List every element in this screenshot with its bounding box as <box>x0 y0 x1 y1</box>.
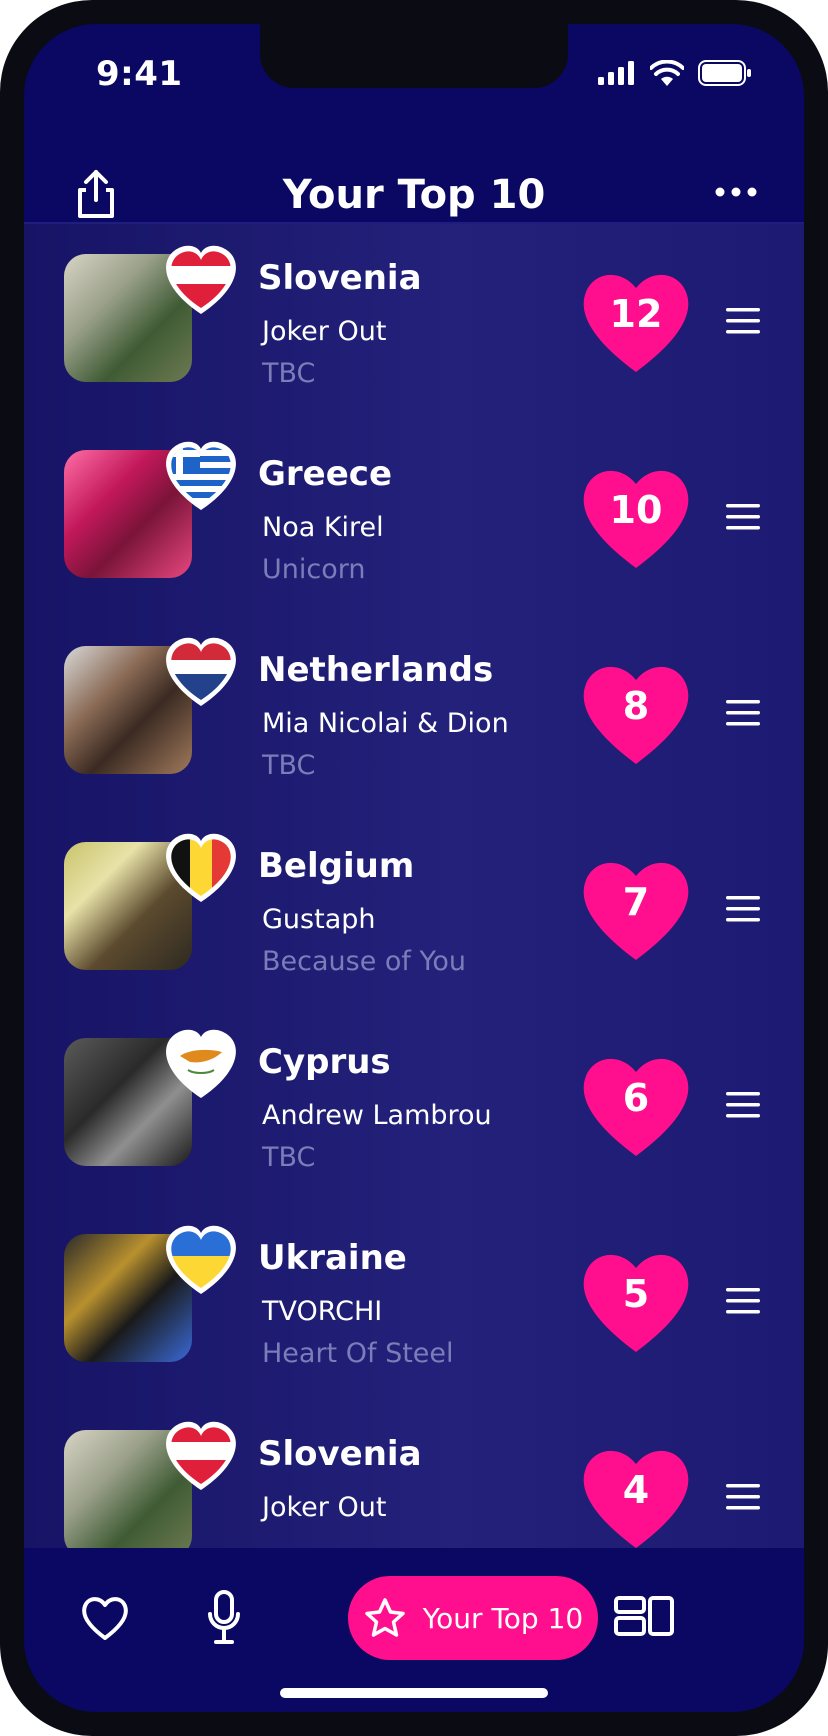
song-title: Heart Of Steel <box>262 1338 454 1369</box>
flag-heart-icon <box>166 441 236 510</box>
points-value: 12 <box>609 292 663 336</box>
country-name: Slovenia <box>258 258 422 298</box>
points-value: 7 <box>622 880 650 924</box>
battery-icon <box>698 60 751 86</box>
tab-your-top-10[interactable]: Your Top 10 <box>348 1576 598 1660</box>
artist-name: Joker Out <box>262 316 387 347</box>
country-name: Belgium <box>258 846 415 886</box>
points-badge: 5 <box>576 1242 696 1358</box>
artist-name: Gustaph <box>262 904 376 935</box>
points-badge: 8 <box>576 654 696 770</box>
list-item[interactable]: Ukraine TVORCHI Heart Of Steel 5 <box>24 1204 804 1401</box>
drag-handle-icon[interactable] <box>726 700 760 726</box>
song-title: TBC <box>262 750 316 781</box>
drag-handle-icon[interactable] <box>726 308 760 334</box>
artist-name: Noa Kirel <box>262 512 384 543</box>
points-badge: 7 <box>576 850 696 966</box>
drag-handle-icon[interactable] <box>726 1288 760 1314</box>
flag-heart-icon <box>166 1029 236 1098</box>
grid-icon[interactable] <box>614 1596 676 1636</box>
list-item[interactable]: Cyprus Andrew Lambrou TBC 6 <box>24 1008 804 1205</box>
drag-handle-icon[interactable] <box>726 504 760 530</box>
cellular-signal-icon <box>598 61 634 85</box>
drag-handle-icon[interactable] <box>726 1092 760 1118</box>
wifi-icon <box>650 60 684 86</box>
heart-icon[interactable] <box>80 1594 130 1642</box>
list-item[interactable]: Slovenia Joker Out 4 <box>24 1400 804 1548</box>
app-screen: 9:41 Your Top 10 Slovenia Joker Out TBC … <box>24 24 804 1712</box>
star-icon <box>365 1598 405 1637</box>
points-badge: 6 <box>576 1046 696 1162</box>
list-item[interactable]: Slovenia Joker Out TBC 12 <box>24 224 804 421</box>
points-badge: 10 <box>576 458 696 574</box>
status-time: 9:41 <box>96 54 183 94</box>
flag-heart-icon <box>166 1421 236 1490</box>
flag-heart-icon <box>166 1225 236 1294</box>
status-icons <box>598 58 752 88</box>
song-title: Because of You <box>262 946 467 977</box>
artist-name: Mia Nicolai & Dion <box>262 708 509 739</box>
points-badge: 12 <box>576 262 696 378</box>
home-indicator <box>280 1688 548 1698</box>
flag-heart-icon <box>166 245 236 314</box>
more-dots-icon <box>715 187 757 197</box>
country-name: Ukraine <box>258 1238 407 1278</box>
points-value: 4 <box>622 1468 650 1512</box>
list-item[interactable]: Belgium Gustaph Because of You 7 <box>24 812 804 1009</box>
country-name: Netherlands <box>258 650 494 690</box>
artist-name: Joker Out <box>262 1492 387 1523</box>
country-name: Slovenia <box>258 1434 422 1474</box>
flag-heart-icon <box>166 637 236 706</box>
ranking-list: Slovenia Joker Out TBC 12 Greece Noa Kir… <box>24 224 804 1548</box>
drag-handle-icon[interactable] <box>726 1484 760 1510</box>
page-title: Your Top 10 <box>282 172 546 218</box>
list-item[interactable]: Netherlands Mia Nicolai & Dion TBC 8 <box>24 616 804 813</box>
flag-heart-icon <box>166 833 236 902</box>
device-notch <box>260 24 568 88</box>
artist-name: Andrew Lambrou <box>262 1100 492 1131</box>
artist-name: TVORCHI <box>262 1296 383 1327</box>
song-title: TBC <box>262 1142 316 1173</box>
country-name: Greece <box>258 454 393 494</box>
points-value: 6 <box>622 1076 650 1120</box>
list-item[interactable]: Greece Noa Kirel Unicorn 10 <box>24 420 804 617</box>
points-value: 10 <box>609 488 663 532</box>
points-badge: 4 <box>576 1438 696 1548</box>
country-name: Cyprus <box>258 1042 391 1082</box>
drag-handle-icon[interactable] <box>726 896 760 922</box>
song-title: TBC <box>262 358 316 389</box>
song-title: Unicorn <box>262 554 366 585</box>
points-value: 5 <box>622 1272 650 1316</box>
tab-label: Your Top 10 <box>422 1601 584 1635</box>
points-value: 8 <box>622 684 650 728</box>
more-options-button[interactable] <box>714 180 758 204</box>
microphone-icon[interactable] <box>206 1590 242 1646</box>
device-frame: 9:41 Your Top 10 Slovenia Joker Out TBC … <box>0 0 828 1736</box>
